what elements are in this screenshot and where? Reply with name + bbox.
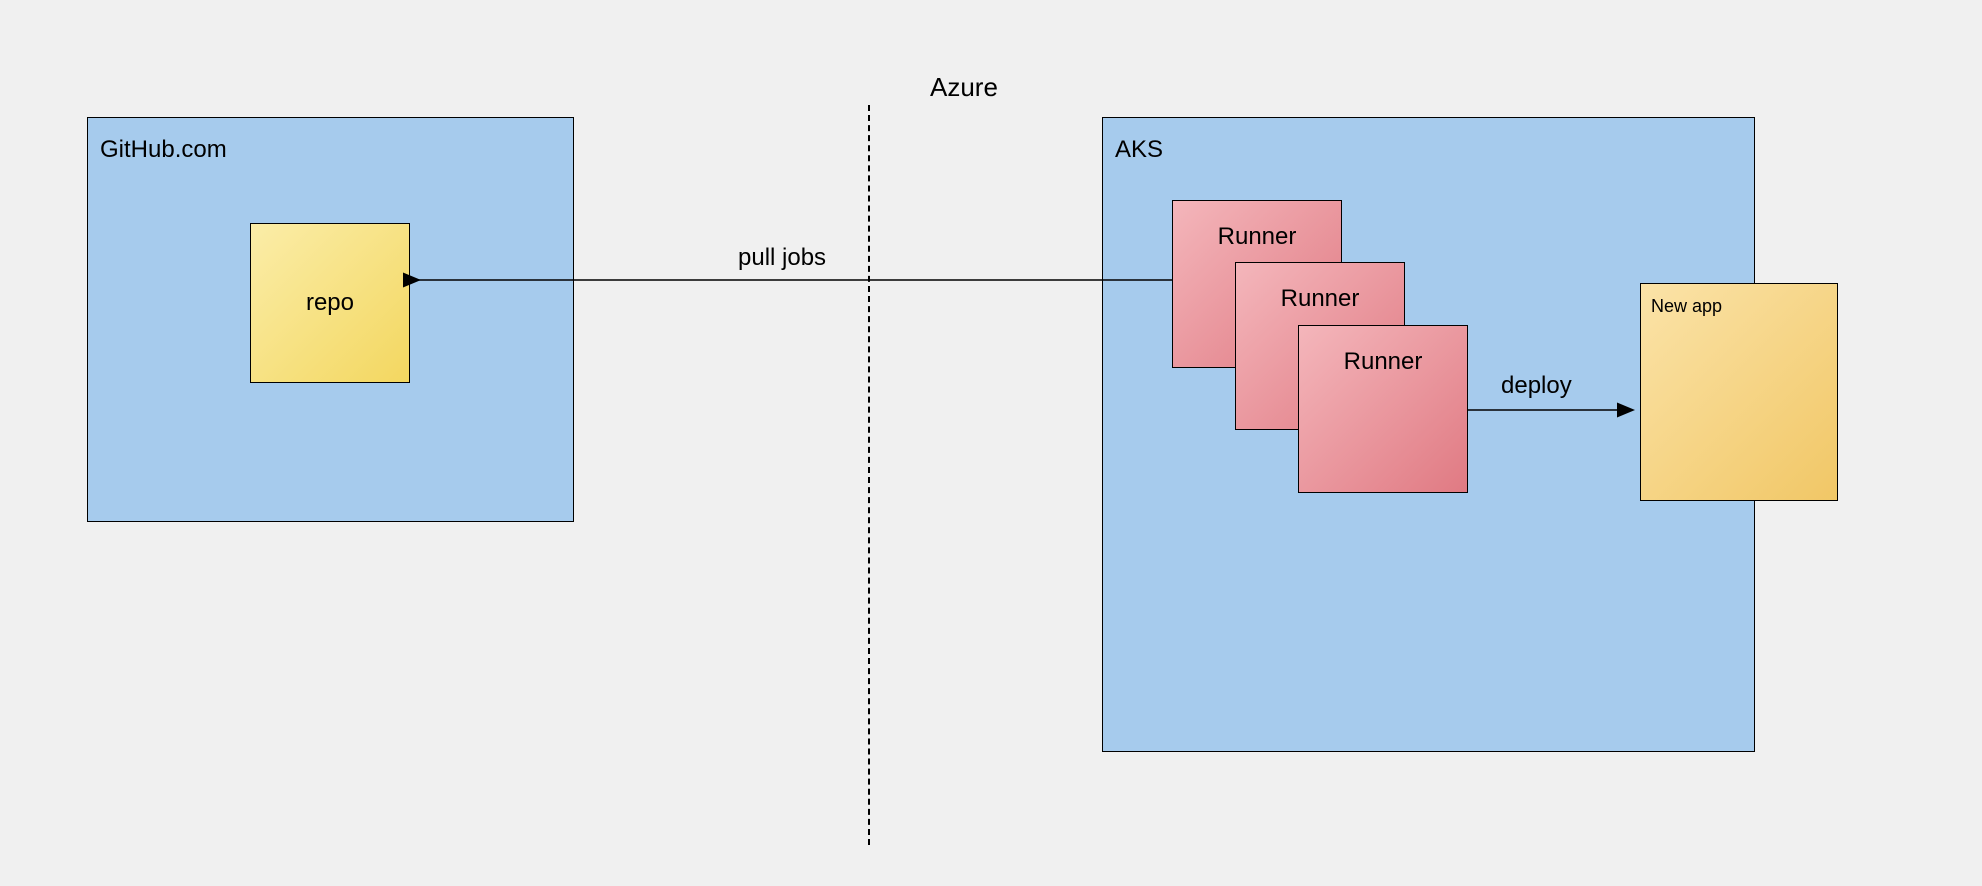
boundary-divider <box>868 105 870 845</box>
architecture-diagram: Azure GitHub.com repo AKS Runner Runner … <box>0 0 1982 886</box>
repo-node: repo <box>250 223 410 383</box>
github-title: GitHub.com <box>100 136 227 164</box>
runner-node: Runner <box>1298 325 1468 493</box>
new-app-label: New app <box>1651 296 1722 316</box>
azure-region-label: Azure <box>930 72 998 103</box>
aks-title: AKS <box>1115 136 1163 164</box>
runner-label: Runner <box>1281 285 1360 312</box>
pull-jobs-arrow-label: pull jobs <box>738 244 826 272</box>
repo-label: repo <box>306 289 354 317</box>
runner-label: Runner <box>1344 348 1423 375</box>
deploy-arrow-label: deploy <box>1501 372 1572 400</box>
new-app-node: New app <box>1640 283 1838 501</box>
runner-label: Runner <box>1218 223 1297 250</box>
